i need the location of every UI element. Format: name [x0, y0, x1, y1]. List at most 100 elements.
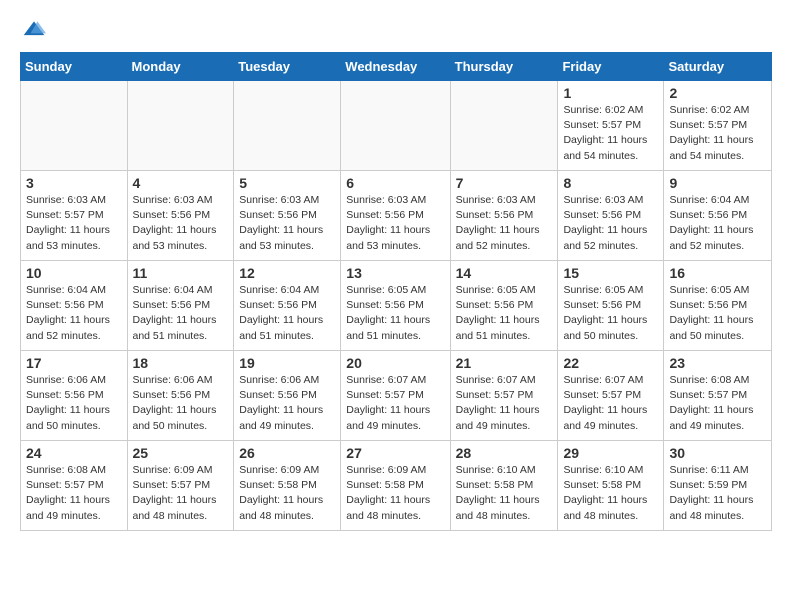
day-number: 30 — [669, 445, 766, 461]
day-info: Sunrise: 6:02 AMSunset: 5:57 PMDaylight:… — [669, 103, 766, 164]
calendar-cell: 22Sunrise: 6:07 AMSunset: 5:57 PMDayligh… — [558, 351, 664, 441]
day-number: 5 — [239, 175, 335, 191]
day-number: 24 — [26, 445, 122, 461]
day-info: Sunrise: 6:05 AMSunset: 5:56 PMDaylight:… — [456, 283, 553, 344]
calendar-cell — [21, 81, 128, 171]
day-number: 17 — [26, 355, 122, 371]
calendar-week-3: 10 Sunrise: 6:04 AMSunset: 5:56 PMDayligh… — [21, 261, 772, 351]
day-number: 28 — [456, 445, 553, 461]
calendar-table: SundayMondayTuesdayWednesdayThursdayFrid… — [20, 52, 772, 531]
weekday-header-thursday: Thursday — [450, 53, 558, 81]
calendar-week-2: 3 Sunrise: 6:03 AMSunset: 5:57 PMDaylight… — [21, 171, 772, 261]
weekday-header-wednesday: Wednesday — [341, 53, 450, 81]
day-number: 14 — [456, 265, 553, 281]
day-number: 19 — [239, 355, 335, 371]
day-number: 11 — [133, 265, 229, 281]
calendar-cell: 9 Sunrise: 6:04 AMSunset: 5:56 PMDaylight… — [664, 171, 772, 261]
day-number: 27 — [346, 445, 444, 461]
weekday-header-monday: Monday — [127, 53, 234, 81]
day-info: Sunrise: 6:04 AMSunset: 5:56 PMDaylight:… — [26, 283, 122, 344]
header — [20, 18, 772, 42]
day-number: 13 — [346, 265, 444, 281]
day-number: 10 — [26, 265, 122, 281]
calendar-cell: 21 Sunrise: 6:07 AMSunset: 5:57 PMDayligh… — [450, 351, 558, 441]
calendar-cell: 1 Sunrise: 6:02 AMSunset: 5:57 PMDaylight… — [558, 81, 664, 171]
day-number: 2 — [669, 85, 766, 101]
day-number: 25 — [133, 445, 229, 461]
day-number: 21 — [456, 355, 553, 371]
day-info: Sunrise: 6:10 AMSunset: 5:58 PMDaylight:… — [456, 463, 553, 524]
calendar-cell: 16 Sunrise: 6:05 AMSunset: 5:56 PMDayligh… — [664, 261, 772, 351]
calendar-cell: 20Sunrise: 6:07 AMSunset: 5:57 PMDayligh… — [341, 351, 450, 441]
day-number: 9 — [669, 175, 766, 191]
calendar-cell: 8Sunrise: 6:03 AMSunset: 5:56 PMDaylight… — [558, 171, 664, 261]
day-number: 8 — [563, 175, 658, 191]
day-info: Sunrise: 6:09 AMSunset: 5:57 PMDaylight:… — [133, 463, 229, 524]
day-info: Sunrise: 6:03 AMSunset: 5:56 PMDaylight:… — [456, 193, 553, 254]
day-info: Sunrise: 6:02 AMSunset: 5:57 PMDaylight:… — [563, 103, 658, 164]
calendar-cell — [234, 81, 341, 171]
day-number: 3 — [26, 175, 122, 191]
day-info: Sunrise: 6:03 AMSunset: 5:57 PMDaylight:… — [26, 193, 122, 254]
calendar-cell: 29 Sunrise: 6:10 AMSunset: 5:58 PMDayligh… — [558, 441, 664, 531]
day-number: 1 — [563, 85, 658, 101]
calendar-cell: 3 Sunrise: 6:03 AMSunset: 5:57 PMDaylight… — [21, 171, 128, 261]
day-info: Sunrise: 6:07 AMSunset: 5:57 PMDaylight:… — [456, 373, 553, 434]
day-number: 6 — [346, 175, 444, 191]
day-number: 7 — [456, 175, 553, 191]
day-info: Sunrise: 6:04 AMSunset: 5:56 PMDaylight:… — [669, 193, 766, 254]
calendar-cell: 10 Sunrise: 6:04 AMSunset: 5:56 PMDayligh… — [21, 261, 128, 351]
calendar-cell: 2 Sunrise: 6:02 AMSunset: 5:57 PMDaylight… — [664, 81, 772, 171]
calendar-week-1: 1 Sunrise: 6:02 AMSunset: 5:57 PMDaylight… — [21, 81, 772, 171]
day-info: Sunrise: 6:06 AMSunset: 5:56 PMDaylight:… — [239, 373, 335, 434]
calendar-cell: 5 Sunrise: 6:03 AMSunset: 5:56 PMDaylight… — [234, 171, 341, 261]
day-info: Sunrise: 6:08 AMSunset: 5:57 PMDaylight:… — [669, 373, 766, 434]
day-info: Sunrise: 6:05 AMSunset: 5:56 PMDaylight:… — [669, 283, 766, 344]
day-info: Sunrise: 6:06 AMSunset: 5:56 PMDaylight:… — [26, 373, 122, 434]
day-info: Sunrise: 6:07 AMSunset: 5:57 PMDaylight:… — [346, 373, 444, 434]
day-number: 12 — [239, 265, 335, 281]
day-info: Sunrise: 6:06 AMSunset: 5:56 PMDaylight:… — [133, 373, 229, 434]
calendar-cell: 6 Sunrise: 6:03 AMSunset: 5:56 PMDaylight… — [341, 171, 450, 261]
calendar-cell: 7 Sunrise: 6:03 AMSunset: 5:56 PMDaylight… — [450, 171, 558, 261]
day-info: Sunrise: 6:05 AMSunset: 5:56 PMDaylight:… — [563, 283, 658, 344]
calendar-cell: 27 Sunrise: 6:09 AMSunset: 5:58 PMDayligh… — [341, 441, 450, 531]
logo-icon — [22, 18, 46, 42]
calendar-cell: 13 Sunrise: 6:05 AMSunset: 5:56 PMDayligh… — [341, 261, 450, 351]
day-info: Sunrise: 6:04 AMSunset: 5:56 PMDaylight:… — [239, 283, 335, 344]
day-info: Sunrise: 6:10 AMSunset: 5:58 PMDaylight:… — [563, 463, 658, 524]
calendar-cell — [127, 81, 234, 171]
weekday-header-friday: Friday — [558, 53, 664, 81]
day-info: Sunrise: 6:03 AMSunset: 5:56 PMDaylight:… — [346, 193, 444, 254]
calendar-cell — [341, 81, 450, 171]
calendar-cell: 18 Sunrise: 6:06 AMSunset: 5:56 PMDayligh… — [127, 351, 234, 441]
day-number: 18 — [133, 355, 229, 371]
day-info: Sunrise: 6:03 AMSunset: 5:56 PMDaylight:… — [239, 193, 335, 254]
calendar-week-4: 17 Sunrise: 6:06 AMSunset: 5:56 PMDayligh… — [21, 351, 772, 441]
calendar-cell — [450, 81, 558, 171]
day-number: 4 — [133, 175, 229, 191]
day-info: Sunrise: 6:09 AMSunset: 5:58 PMDaylight:… — [239, 463, 335, 524]
calendar-cell: 15 Sunrise: 6:05 AMSunset: 5:56 PMDayligh… — [558, 261, 664, 351]
calendar-week-5: 24 Sunrise: 6:08 AMSunset: 5:57 PMDayligh… — [21, 441, 772, 531]
calendar-cell: 17 Sunrise: 6:06 AMSunset: 5:56 PMDayligh… — [21, 351, 128, 441]
day-number: 26 — [239, 445, 335, 461]
day-number: 15 — [563, 265, 658, 281]
calendar-cell: 14 Sunrise: 6:05 AMSunset: 5:56 PMDayligh… — [450, 261, 558, 351]
day-number: 16 — [669, 265, 766, 281]
weekday-header-saturday: Saturday — [664, 53, 772, 81]
day-info: Sunrise: 6:03 AMSunset: 5:56 PMDaylight:… — [133, 193, 229, 254]
calendar-cell: 12 Sunrise: 6:04 AMSunset: 5:56 PMDayligh… — [234, 261, 341, 351]
calendar-cell: 26 Sunrise: 6:09 AMSunset: 5:58 PMDayligh… — [234, 441, 341, 531]
calendar-cell: 24 Sunrise: 6:08 AMSunset: 5:57 PMDayligh… — [21, 441, 128, 531]
day-number: 22 — [563, 355, 658, 371]
day-info: Sunrise: 6:09 AMSunset: 5:58 PMDaylight:… — [346, 463, 444, 524]
weekday-header-row: SundayMondayTuesdayWednesdayThursdayFrid… — [21, 53, 772, 81]
day-info: Sunrise: 6:08 AMSunset: 5:57 PMDaylight:… — [26, 463, 122, 524]
day-number: 29 — [563, 445, 658, 461]
calendar-cell: 30Sunrise: 6:11 AMSunset: 5:59 PMDayligh… — [664, 441, 772, 531]
calendar-cell: 25 Sunrise: 6:09 AMSunset: 5:57 PMDayligh… — [127, 441, 234, 531]
weekday-header-tuesday: Tuesday — [234, 53, 341, 81]
calendar-cell: 4 Sunrise: 6:03 AMSunset: 5:56 PMDaylight… — [127, 171, 234, 261]
day-info: Sunrise: 6:05 AMSunset: 5:56 PMDaylight:… — [346, 283, 444, 344]
